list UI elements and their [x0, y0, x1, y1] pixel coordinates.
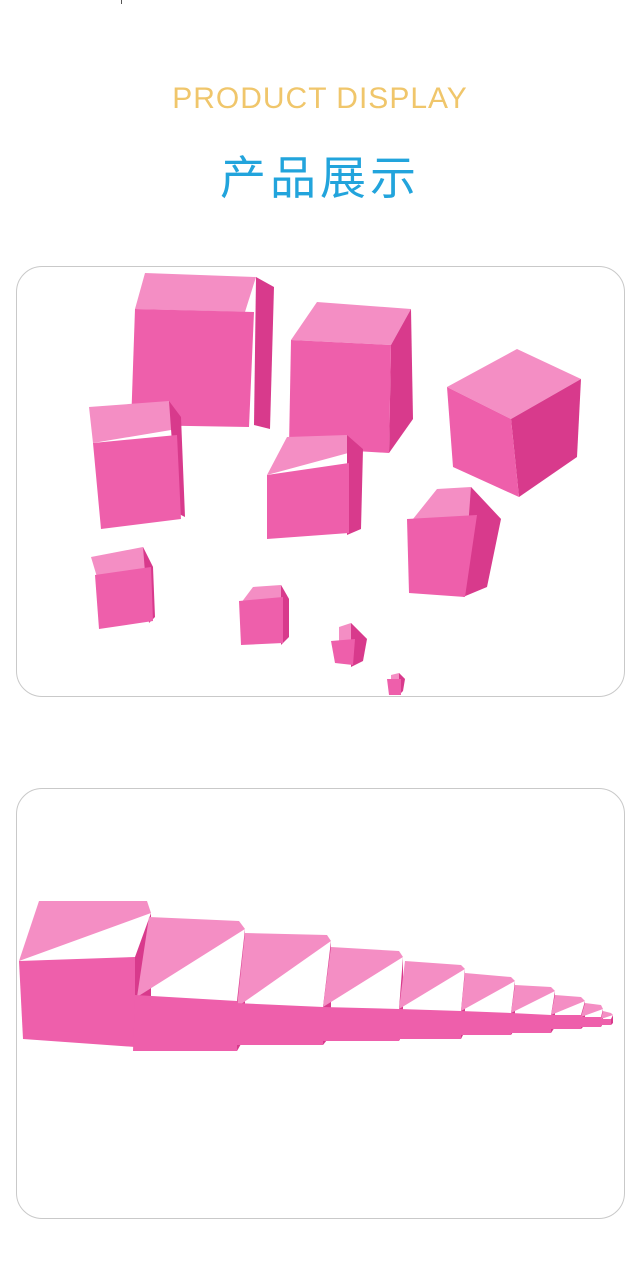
scattered-cubes-illustration [89, 273, 581, 695]
pink-cube [235, 933, 331, 1045]
pink-cube [601, 1011, 613, 1025]
pink-cube [511, 985, 555, 1033]
top-tick-mark [121, 0, 122, 4]
pink-cube [89, 401, 185, 529]
pink-cube [331, 623, 367, 667]
product-photo-scattered-cubes [16, 266, 625, 697]
pink-cube [133, 917, 245, 1051]
pink-cube [581, 1003, 603, 1027]
pink-cube [323, 947, 403, 1041]
pink-cube [461, 973, 515, 1035]
tower-row-illustration [19, 901, 613, 1051]
section-title: 产品展示 [220, 152, 420, 204]
pink-cube [239, 585, 289, 645]
pink-cube [267, 435, 363, 539]
pink-cube [387, 673, 405, 695]
pink-cube [407, 487, 501, 597]
pink-cube [91, 547, 155, 629]
pink-cube [447, 349, 581, 497]
pink-cube [289, 302, 413, 453]
section-subtitle: PRODUCT DISPLAY [172, 82, 468, 115]
product-photo-tower-row [16, 788, 625, 1219]
pink-cube [19, 901, 151, 1047]
pink-cube [551, 995, 585, 1029]
pink-cube [399, 961, 465, 1039]
